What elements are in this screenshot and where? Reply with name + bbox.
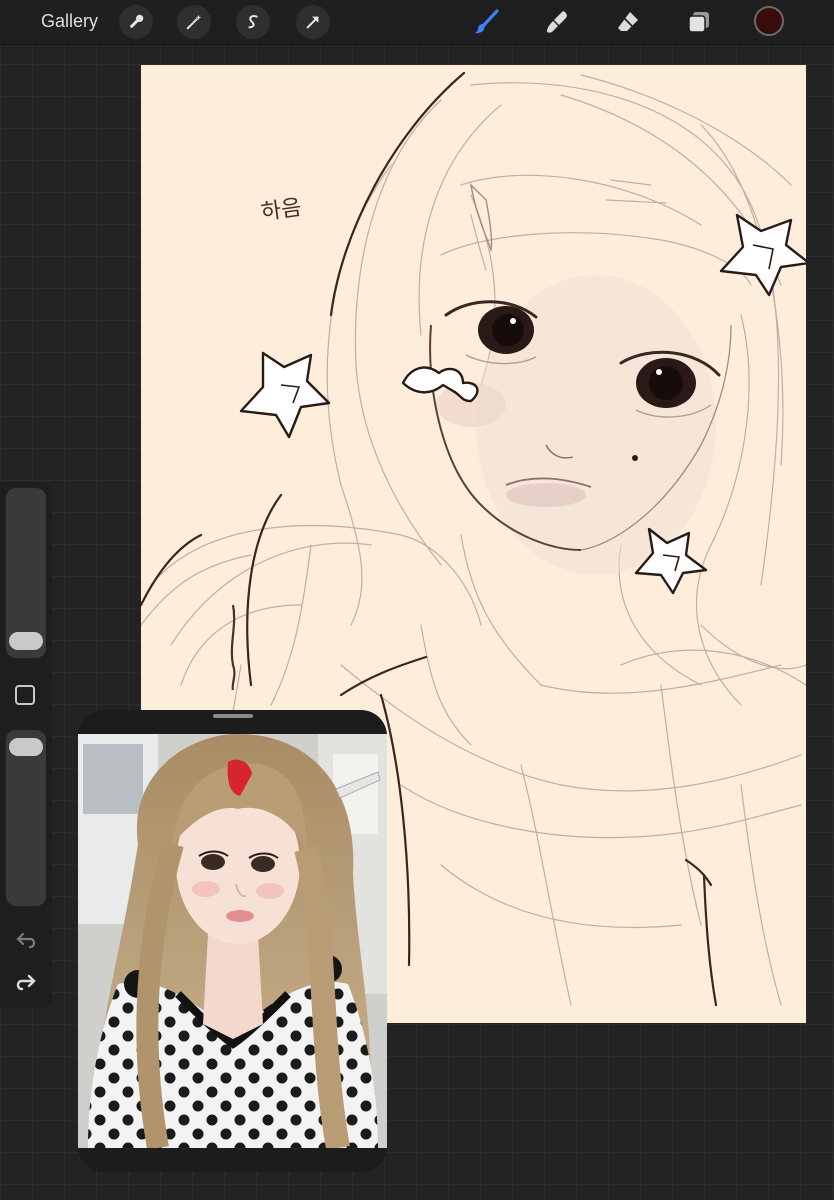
magic-wand-icon [186, 14, 202, 30]
brush-tool[interactable] [470, 6, 502, 38]
modify-button[interactable] [15, 685, 35, 705]
eraser-tool[interactable] [612, 6, 644, 38]
brush-icon [475, 9, 499, 34]
layers-button[interactable] [683, 6, 715, 38]
color-picker-button[interactable] [754, 6, 784, 36]
reference-grabber-handle[interactable] [213, 714, 253, 718]
handwritten-name: 하음 [259, 194, 303, 224]
left-sidebar [0, 482, 52, 1008]
smudge-icon [547, 11, 567, 33]
wrench-icon [129, 14, 144, 29]
brush-size-thumb[interactable] [9, 632, 43, 650]
redo-icon[interactable] [14, 970, 38, 994]
top-toolbar: Gallery [0, 0, 834, 45]
eraser-icon [618, 12, 638, 31]
selection-icon [248, 15, 258, 29]
reference-window[interactable] [78, 710, 387, 1172]
adjustments-button[interactable] [177, 5, 211, 39]
transform-button[interactable] [296, 5, 330, 39]
opacity-thumb[interactable] [9, 738, 43, 756]
brush-size-slider[interactable] [6, 488, 46, 658]
undo-icon[interactable] [14, 928, 38, 952]
selection-button[interactable] [236, 5, 270, 39]
gallery-button[interactable]: Gallery [41, 11, 98, 32]
smudge-tool[interactable] [541, 6, 573, 38]
actions-button[interactable] [119, 5, 153, 39]
layers-icon [688, 12, 709, 33]
reference-photo [78, 734, 387, 1148]
transform-arrow-icon [306, 16, 319, 29]
opacity-slider[interactable] [6, 730, 46, 906]
